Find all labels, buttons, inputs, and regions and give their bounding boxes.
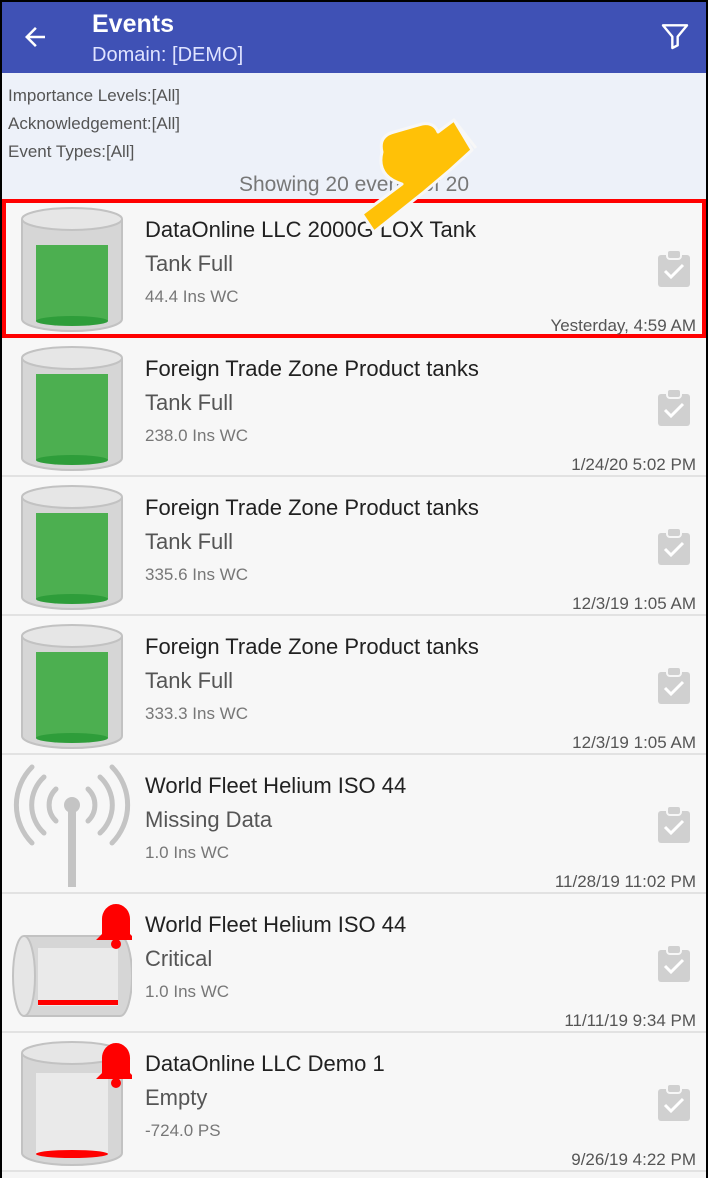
event-timestamp: 1/24/20 5:02 PM bbox=[571, 455, 696, 474]
event-type: Tank Full bbox=[145, 251, 234, 276]
event-type: Tank Full bbox=[145, 668, 234, 693]
acknowledge-clipboard-icon[interactable] bbox=[656, 527, 692, 567]
app-bar: Events Domain: [DEMO] bbox=[2, 2, 706, 73]
event-row[interactable]: Foreign Trade Zone Product tanks Tank Fu… bbox=[2, 338, 706, 477]
event-value: -724.0 PS bbox=[145, 1121, 221, 1140]
event-title: DataOnline LLC 2000G LOX Tank bbox=[145, 217, 477, 242]
event-row[interactable]: World Fleet Helium ISO 44 Missing Data 1… bbox=[2, 755, 706, 894]
event-type: Critical bbox=[145, 946, 213, 971]
event-value: 335.6 Ins WC bbox=[145, 565, 248, 584]
event-timestamp: 9/26/19 4:22 PM bbox=[571, 1150, 696, 1169]
event-timestamp: 11/28/19 11:02 PM bbox=[554, 872, 696, 891]
tank-full-icon bbox=[21, 346, 123, 471]
event-timestamp: Yesterday, 4:59 AM bbox=[550, 316, 696, 335]
event-row[interactable]: DataOnline LLC 2000G LOX Tank Tank Full … bbox=[2, 199, 706, 338]
acknowledge-clipboard-icon[interactable] bbox=[656, 249, 692, 289]
acknowledge-clipboard-icon[interactable] bbox=[656, 944, 692, 984]
tank-empty-alarm-icon bbox=[21, 1041, 132, 1166]
event-timestamp: 12/3/19 1:05 AM bbox=[572, 594, 696, 613]
event-type: Missing Data bbox=[145, 807, 273, 832]
event-row[interactable]: DataOnline LLC Demo 1 Empty -724.0 PS 9/… bbox=[2, 1033, 706, 1172]
acknowledge-clipboard-icon[interactable] bbox=[656, 388, 692, 428]
event-type: Empty bbox=[145, 1085, 208, 1110]
event-value: 1.0 Ins WC bbox=[145, 843, 230, 862]
event-title: World Fleet Helium ISO 44 bbox=[145, 912, 407, 937]
screen: Events Domain: [DEMO] Importance Levels:… bbox=[2, 2, 706, 1178]
domain-subtitle: Domain: [DEMO] bbox=[92, 44, 244, 66]
filter-summary: Importance Levels:[All] Acknowledgement:… bbox=[2, 73, 706, 199]
event-title: Foreign Trade Zone Product tanks bbox=[145, 495, 479, 520]
acknowledge-clipboard-icon[interactable] bbox=[656, 1083, 692, 1123]
event-types-filter: Event Types:[All] bbox=[8, 142, 135, 161]
event-row[interactable]: Foreign Trade Zone Product tanks Tank Fu… bbox=[2, 616, 706, 755]
event-title: World Fleet Helium ISO 44 bbox=[145, 773, 407, 798]
acknowledge-clipboard-icon[interactable] bbox=[656, 805, 692, 845]
acknowledge-clipboard-icon[interactable] bbox=[656, 666, 692, 706]
page-title: Events bbox=[92, 10, 174, 38]
horizontal-tank-alarm-icon bbox=[12, 903, 132, 1017]
funnel-icon[interactable] bbox=[659, 20, 691, 52]
antenna-signal-icon bbox=[13, 764, 131, 887]
event-row[interactable]: World Fleet Helium ISO 44 Critical 1.0 I… bbox=[2, 894, 706, 1033]
event-title: DataOnline LLC Demo 1 bbox=[145, 1051, 385, 1076]
results-count: Showing 20 events of 20 bbox=[239, 173, 469, 196]
tank-full-icon bbox=[21, 485, 123, 610]
event-title: Foreign Trade Zone Product tanks bbox=[145, 356, 479, 381]
event-timestamp: 11/11/19 9:34 PM bbox=[564, 1011, 696, 1030]
event-timestamp: 12/3/19 1:05 AM bbox=[572, 733, 696, 752]
event-value: 44.4 Ins WC bbox=[145, 287, 239, 306]
event-title: Foreign Trade Zone Product tanks bbox=[145, 634, 479, 659]
event-value: 238.0 Ins WC bbox=[145, 426, 248, 445]
acknowledgement-filter: Acknowledgement:[All] bbox=[8, 114, 180, 133]
events-list: DataOnline LLC 2000G LOX Tank Tank Full … bbox=[2, 199, 706, 1172]
tank-full-icon bbox=[21, 624, 123, 749]
arrow-left-icon[interactable] bbox=[20, 22, 50, 52]
event-type: Tank Full bbox=[145, 529, 234, 554]
event-value: 333.3 Ins WC bbox=[145, 704, 248, 723]
event-value: 1.0 Ins WC bbox=[145, 982, 230, 1001]
tank-full-icon bbox=[21, 207, 123, 332]
importance-filter: Importance Levels:[All] bbox=[8, 86, 180, 105]
event-row[interactable]: Foreign Trade Zone Product tanks Tank Fu… bbox=[2, 477, 706, 616]
event-type: Tank Full bbox=[145, 390, 234, 415]
